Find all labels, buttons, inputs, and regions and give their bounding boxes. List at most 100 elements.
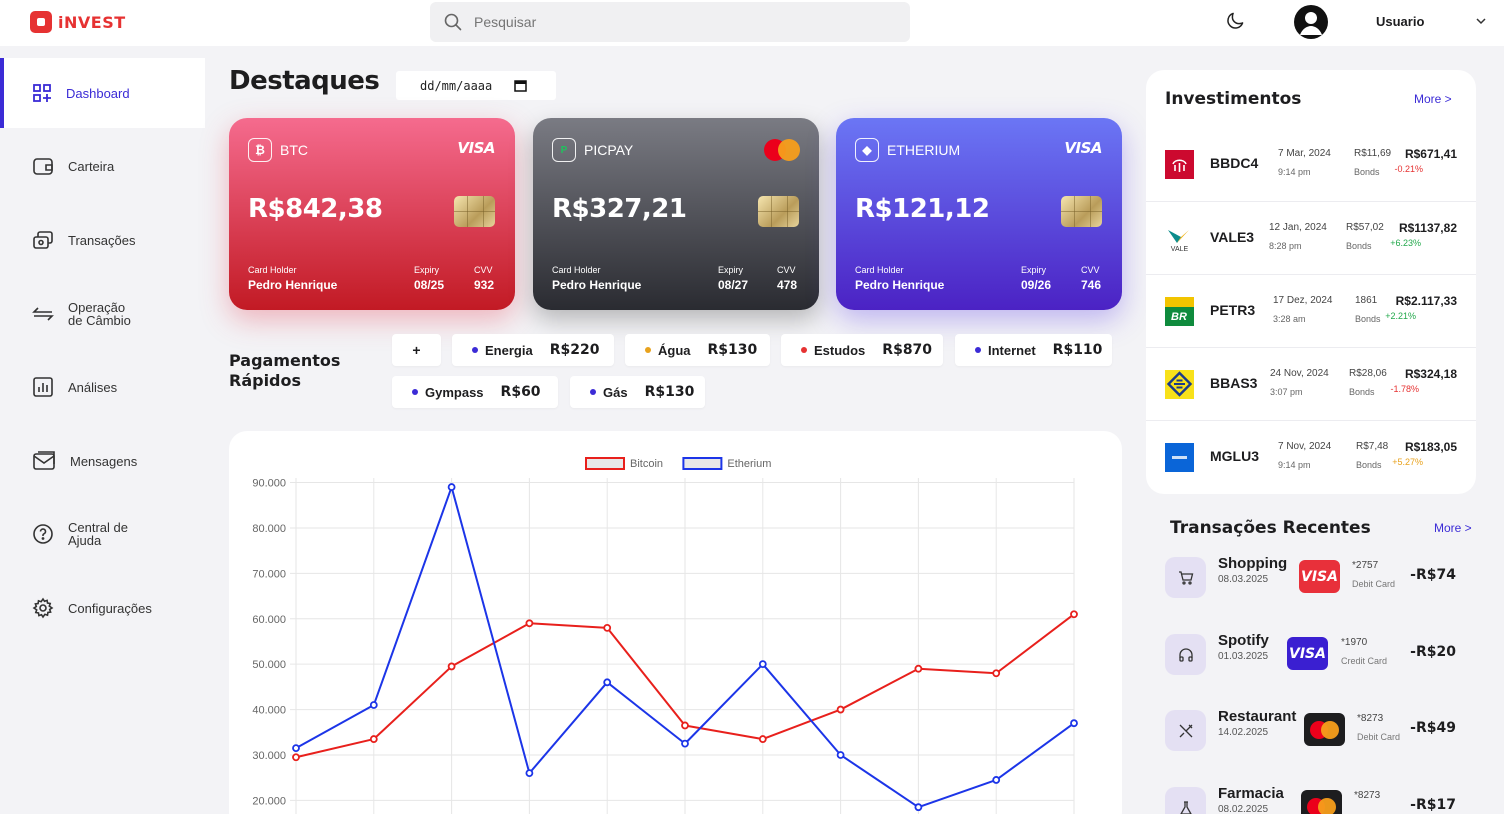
search-bar[interactable] bbox=[430, 2, 910, 42]
quick-payment-internet[interactable]: Internet R$110 bbox=[955, 334, 1112, 366]
sidebar-item-cambio[interactable]: Operação de Câmbio bbox=[0, 279, 205, 349]
cart-icon bbox=[1165, 557, 1206, 598]
cvv-label: CVV bbox=[777, 265, 796, 275]
investment-row[interactable]: BBDC4 7 Mar, 2024 9:14 pm R$11,69 Bonds … bbox=[1146, 128, 1476, 201]
price: R$7,48 bbox=[1356, 441, 1389, 452]
quick-payment-gas[interactable]: Gás R$130 bbox=[570, 376, 705, 408]
calendar-icon[interactable] bbox=[514, 79, 527, 92]
dashboard-icon bbox=[33, 84, 51, 102]
mastercard-card-icon bbox=[1301, 790, 1342, 814]
change: -1.78% bbox=[1390, 384, 1419, 394]
card-type: Debit Card bbox=[1352, 579, 1396, 589]
sidebar-item-configuracoes[interactable]: Configurações bbox=[0, 573, 205, 643]
sidebar-item-carteira[interactable]: Carteira bbox=[0, 131, 205, 201]
time: 9:14 pm bbox=[1278, 460, 1311, 470]
data-point bbox=[369, 735, 378, 743]
vale-logo-icon: VALE bbox=[1168, 230, 1189, 253]
data-point bbox=[603, 678, 612, 687]
search-input[interactable] bbox=[474, 14, 874, 30]
recent-transactions-title: Transações Recentes bbox=[1170, 518, 1371, 538]
transaction-amount: -R$74 bbox=[1410, 567, 1456, 583]
avatar[interactable] bbox=[1294, 5, 1328, 39]
y-tick-label: 20.000 bbox=[252, 795, 286, 807]
visa-card-icon: VISA bbox=[1299, 560, 1340, 593]
card-chip bbox=[1061, 196, 1102, 227]
data-point bbox=[836, 751, 845, 759]
chevron-down-icon[interactable] bbox=[1474, 14, 1488, 28]
card-picpay[interactable]: P PICPAY R$327,21 Card Holder Pedro Henri… bbox=[533, 118, 819, 310]
dark-mode-icon[interactable] bbox=[1226, 12, 1244, 30]
investment-row[interactable]: VALE VALE3 12 Jan, 2024 8:28 pm R$57,02 … bbox=[1146, 201, 1476, 274]
magalu-logo-icon bbox=[1165, 443, 1194, 472]
mail-icon bbox=[33, 451, 55, 470]
ticker: BBDC4 bbox=[1210, 155, 1259, 171]
sidebar-item-dashboard[interactable]: Dashboard bbox=[0, 58, 205, 128]
investments-card: Investimentos More > BBDC4 7 Mar, 2024 9… bbox=[1146, 70, 1476, 494]
time: 3:07 pm bbox=[1270, 387, 1303, 397]
banco-do-brasil-logo-icon bbox=[1165, 370, 1194, 399]
y-tick-label: 30.000 bbox=[252, 750, 286, 762]
investment-row[interactable]: MGLU3 7 Nov, 2024 9:14 pm R$7,48 Bonds R… bbox=[1146, 420, 1476, 493]
transactions-more-link[interactable]: More > bbox=[1434, 521, 1472, 535]
asset-type: Bonds bbox=[1355, 314, 1381, 324]
data-point bbox=[1070, 610, 1078, 619]
expiry-label: Expiry bbox=[414, 265, 440, 275]
transaction-amount: -R$17 bbox=[1410, 797, 1456, 813]
quick-payment-agua[interactable]: Água R$130 bbox=[625, 334, 770, 366]
transaction-row[interactable]: Farmacia 08.02.2025 *8273 -R$17 bbox=[1165, 785, 1475, 814]
total: R$183,05 bbox=[1404, 440, 1457, 454]
sidebar-item-ajuda[interactable]: Central de Ajuda bbox=[0, 499, 205, 569]
status-dot bbox=[412, 389, 418, 395]
user-name[interactable]: Usuario bbox=[1376, 14, 1424, 29]
add-payment-button[interactable]: + bbox=[392, 334, 441, 366]
total: R$2.117,33 bbox=[1395, 294, 1457, 308]
sidebar-item-label: Configurações bbox=[68, 600, 152, 616]
total: R$324,18 bbox=[1404, 367, 1457, 381]
y-tick-label: 50.000 bbox=[252, 659, 286, 671]
date-picker[interactable]: dd/mm/aaaa bbox=[396, 71, 556, 100]
sidebar-item-label: Dashboard bbox=[66, 85, 130, 101]
quick-payment-energia[interactable]: Energia R$220 bbox=[452, 334, 614, 366]
time: 3:28 am bbox=[1273, 314, 1306, 324]
cutlery-icon bbox=[1165, 710, 1206, 751]
investment-row[interactable]: BBAS3 24 Nov, 2024 3:07 pm R$28,06 Bonds… bbox=[1146, 347, 1476, 420]
data-point bbox=[447, 483, 456, 491]
date: 7 Mar, 2024 bbox=[1278, 148, 1331, 159]
transaction-row[interactable]: Spotify 01.03.2025 VISA *1970 Credit Car… bbox=[1165, 632, 1475, 696]
ticker: MGLU3 bbox=[1210, 448, 1259, 464]
quick-payment-gympass[interactable]: Gympass R$60 bbox=[392, 376, 558, 408]
card-balance: R$842,38 bbox=[248, 194, 383, 224]
y-tick-label: 70.000 bbox=[252, 568, 286, 580]
quick-payment-estudos[interactable]: Estudos R$870 bbox=[781, 334, 943, 366]
brand-logo[interactable]: iNVEST bbox=[30, 11, 126, 33]
data-point bbox=[914, 803, 923, 812]
sidebar-item-analises[interactable]: Análises bbox=[0, 352, 205, 422]
data-point bbox=[992, 669, 1001, 678]
ticker: PETR3 bbox=[1210, 302, 1256, 318]
card-chip bbox=[758, 196, 799, 227]
date: 12 Jan, 2024 bbox=[1269, 222, 1327, 233]
asset-type: Bonds bbox=[1354, 167, 1380, 177]
sidebar-item-mensagens[interactable]: Mensagens bbox=[0, 426, 205, 496]
transaction-row[interactable]: Restaurant 14.02.2025 *8273 Debit Card -… bbox=[1165, 708, 1475, 772]
card-etherium[interactable]: ◆ ETHERIUM VISA R$121,12 Card Holder Pedr… bbox=[836, 118, 1122, 310]
status-dot bbox=[590, 389, 596, 395]
mastercard-logo bbox=[764, 139, 800, 161]
sidebar-item-transacoes[interactable]: Transações bbox=[0, 205, 205, 275]
sidebar-item-label: Mensagens bbox=[70, 453, 138, 469]
card-number: *2757 bbox=[1352, 560, 1379, 571]
time: 8:28 pm bbox=[1269, 241, 1302, 251]
sidebar-item-label: Central de Ajuda bbox=[68, 520, 128, 548]
card-number: *8273 bbox=[1354, 790, 1381, 801]
svg-text:VALE: VALE bbox=[1171, 246, 1189, 253]
sidebar-item-label: Operação de Câmbio bbox=[68, 300, 131, 328]
price: 1861 bbox=[1355, 295, 1378, 306]
investments-more-link[interactable]: More > bbox=[1414, 92, 1452, 106]
brand-name: iNVEST bbox=[58, 12, 126, 32]
transaction-row[interactable]: Shopping 08.03.2025 VISA *2757 Debit Car… bbox=[1165, 555, 1475, 619]
visa-logo: VISA bbox=[1064, 139, 1102, 157]
card-btc[interactable]: ₿ BTC VISA R$842,38 Card Holder Pedro Hen… bbox=[229, 118, 515, 310]
transaction-name: Spotify bbox=[1218, 632, 1269, 649]
status-dot bbox=[645, 347, 651, 353]
investment-row[interactable]: BR PETR3 17 Dez, 2024 3:28 am 1861 Bonds… bbox=[1146, 274, 1476, 347]
